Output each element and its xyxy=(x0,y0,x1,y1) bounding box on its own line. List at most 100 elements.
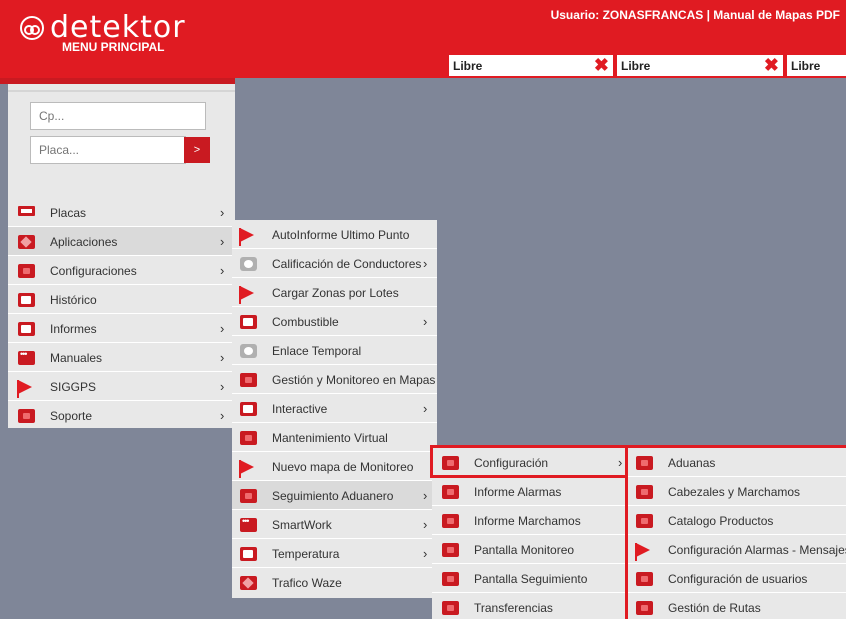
aplicaciones-item-label: Mantenimiento Virtual xyxy=(272,430,388,445)
aplicaciones-item-label: Temperatura xyxy=(272,546,340,561)
logo-text: detektor xyxy=(50,10,186,45)
seguimiento-item[interactable]: Transferencias xyxy=(432,593,628,619)
seguimiento-item-label: Informe Alarmas xyxy=(474,484,562,499)
chevron-right-icon: › xyxy=(423,546,428,561)
flag-icon xyxy=(17,380,32,398)
user-line: Usuario: ZONASFRANCAS | Manual de Mapas … xyxy=(551,8,840,22)
app-icon xyxy=(18,409,35,423)
main-menu-item[interactable]: Configuraciones › xyxy=(8,256,235,285)
aplicaciones-item[interactable]: Seguimiento Aduanero › xyxy=(232,481,437,510)
seguimiento-item-label: Pantalla Monitoreo xyxy=(474,542,575,557)
seguimiento-item-label: Pantalla Seguimiento xyxy=(474,571,588,586)
document-icon xyxy=(240,547,257,561)
app-icon xyxy=(240,489,257,503)
app-icon xyxy=(240,431,257,445)
aplicaciones-item-label: Combustible xyxy=(272,314,339,329)
gear-icon xyxy=(240,257,257,271)
manual-link[interactable]: Manual de Mapas PDF xyxy=(713,8,840,22)
aplicaciones-item[interactable]: Combustible › xyxy=(232,307,437,336)
chevron-right-icon: › xyxy=(423,256,428,271)
aplicaciones-item[interactable]: Interactive › xyxy=(232,394,437,423)
main-menu-item-label: Placas xyxy=(50,205,87,220)
menu-title: MENU PRINCIPAL xyxy=(62,40,165,54)
app-icon xyxy=(240,373,257,387)
app-icon xyxy=(18,264,35,278)
app-icon xyxy=(442,485,459,499)
aplicaciones-item-label: AutoInforme Ultimo Punto xyxy=(272,227,410,242)
seguimiento-item[interactable]: Pantalla Seguimiento xyxy=(432,564,628,593)
chevron-right-icon: › xyxy=(423,401,428,416)
aplicaciones-item-label: Nuevo mapa de Monitoreo xyxy=(272,459,414,474)
aplicaciones-item[interactable]: Calificación de Conductores › xyxy=(232,249,437,278)
user-label: Usuario: ZONASFRANCAS | xyxy=(550,8,714,22)
slot-3[interactable]: Libre xyxy=(787,55,846,76)
dots-icon xyxy=(240,516,257,532)
aplicaciones-item[interactable]: Temperatura › xyxy=(232,539,437,568)
slot-2[interactable]: Libre ✖ xyxy=(617,55,783,76)
chevron-right-icon: › xyxy=(220,234,225,249)
document-icon xyxy=(240,315,257,329)
aplicaciones-item[interactable]: Nuevo mapa de Monitoreo xyxy=(232,452,437,481)
seguimiento-item[interactable]: Pantalla Monitoreo xyxy=(432,535,628,564)
chevron-right-icon: › xyxy=(220,408,225,423)
close-icon[interactable]: ✖ xyxy=(594,56,609,74)
chevron-right-icon: › xyxy=(220,205,225,220)
slot-label: Libre xyxy=(791,58,821,73)
slot-label: Libre xyxy=(621,58,651,73)
aplicaciones-item-label: Gestión y Monitoreo en Mapas xyxy=(272,372,436,387)
aplicaciones-item-label: SmartWork xyxy=(272,517,332,532)
seguimiento-item[interactable]: Informe Alarmas xyxy=(432,477,628,506)
flag-icon xyxy=(239,460,254,478)
main-menu-item[interactable]: Histórico xyxy=(8,285,235,314)
main-menu-item-label: Aplicaciones xyxy=(50,234,118,249)
main-menu-item-label: Configuraciones xyxy=(50,263,137,278)
aplicaciones-item-label: Cargar Zonas por Lotes xyxy=(272,285,399,300)
slot-label: Libre xyxy=(453,58,483,73)
aplicaciones-item[interactable]: Enlace Temporal xyxy=(232,336,437,365)
aplicaciones-item[interactable]: Cargar Zonas por Lotes xyxy=(232,278,437,307)
slot-1[interactable]: Libre ✖ xyxy=(449,55,613,76)
aplicaciones-item[interactable]: SmartWork › xyxy=(232,510,437,539)
document-icon xyxy=(18,293,35,307)
main-menu-item[interactable]: Manuales › xyxy=(8,343,235,372)
flag-icon xyxy=(239,228,254,246)
main-menu-item[interactable]: SIGGPS › xyxy=(8,372,235,401)
detektor-logo[interactable]: detektor xyxy=(20,10,186,45)
main-menu-item[interactable]: Placas › xyxy=(8,198,235,227)
app-icon xyxy=(442,601,459,615)
main-menu-item-label: Manuales xyxy=(50,350,103,365)
aplicaciones-item-label: Interactive xyxy=(272,401,328,416)
aplicaciones-item-label: Enlace Temporal xyxy=(272,343,362,358)
aplicaciones-item[interactable]: Trafico Waze xyxy=(232,568,437,597)
main-menu-item-label: Soporte xyxy=(50,408,93,423)
chevron-right-icon: › xyxy=(220,321,225,336)
aplicaciones-item-label: Calificación de Conductores xyxy=(272,256,422,271)
app-icon xyxy=(442,543,459,557)
close-icon[interactable]: ✖ xyxy=(764,56,779,74)
seguimiento-item-label: Transferencias xyxy=(474,600,553,615)
aplicaciones-item[interactable]: Gestión y Monitoreo en Mapas xyxy=(232,365,437,394)
app-icon xyxy=(442,514,459,528)
main-menu-item[interactable]: Soporte › xyxy=(8,401,235,430)
main-menu-item-label: Informes xyxy=(50,321,97,336)
aplicaciones-item[interactable]: AutoInforme Ultimo Punto xyxy=(232,220,437,249)
chevron-right-icon: › xyxy=(220,263,225,278)
aplicaciones-item-label: Trafico Waze xyxy=(272,575,342,590)
main-menu-item[interactable]: Aplicaciones › xyxy=(8,227,235,256)
aplicaciones-item[interactable]: Mantenimiento Virtual xyxy=(232,423,437,452)
gear-icon xyxy=(240,344,257,358)
cp-input[interactable] xyxy=(30,102,206,130)
seguimiento-item[interactable]: Informe Marchamos xyxy=(432,506,628,535)
main-menu-item-label: SIGGPS xyxy=(50,379,97,394)
flag-icon xyxy=(239,286,254,304)
highlight-frame-configuracion xyxy=(430,445,628,478)
seguimiento-item-label: Informe Marchamos xyxy=(474,513,581,528)
chevron-right-icon: › xyxy=(423,488,428,503)
chevron-right-icon: › xyxy=(220,350,225,365)
top-header: detektor MENU PRINCIPAL Usuario: ZONASFR… xyxy=(0,0,846,55)
placa-input[interactable] xyxy=(30,136,186,164)
placa-icon xyxy=(18,206,35,216)
app-icon xyxy=(442,572,459,586)
main-menu-item[interactable]: Informes › xyxy=(8,314,235,343)
search-go-button[interactable]: > xyxy=(184,137,210,163)
